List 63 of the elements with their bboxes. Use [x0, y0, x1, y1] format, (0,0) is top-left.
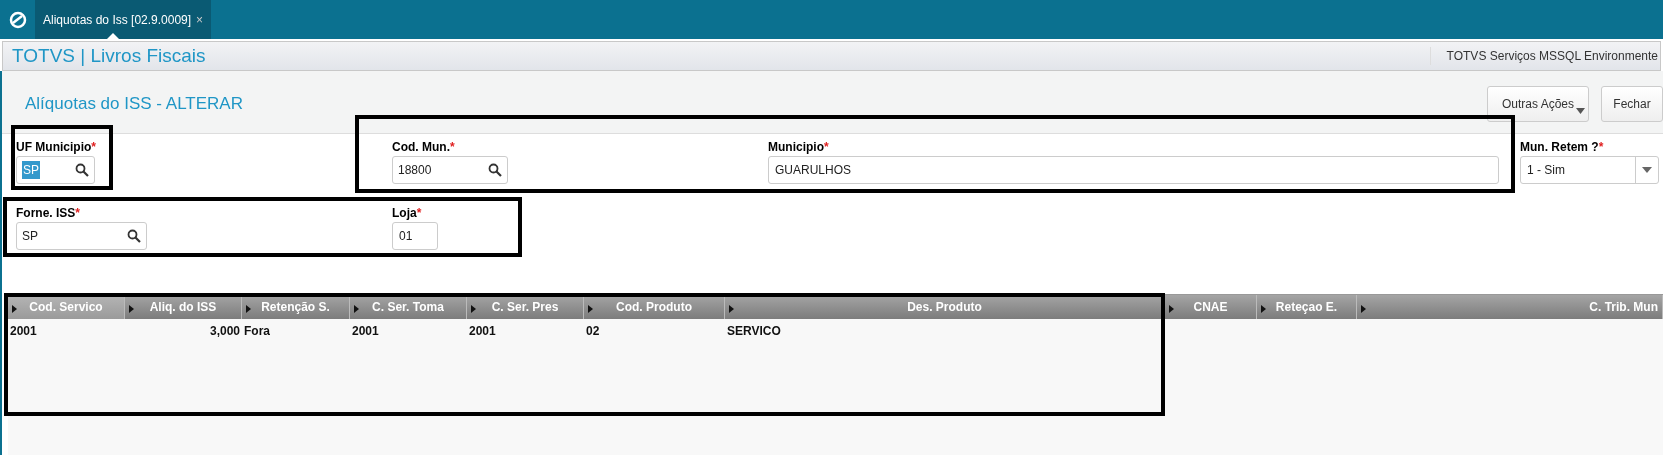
- table-cell: Fora: [244, 324, 270, 338]
- field-value: SP: [22, 228, 38, 245]
- field-label: Municipio: [768, 140, 824, 154]
- lookup-field[interactable]: SP: [16, 222, 147, 250]
- caret-icon: [1361, 305, 1366, 313]
- app-title: TOTVS | Livros Fiscais: [11, 43, 206, 68]
- column-header[interactable]: C. Ser. Pres: [467, 295, 584, 319]
- field-label: Forne. ISS: [16, 206, 76, 220]
- caret-icon: [1261, 305, 1266, 313]
- column-header[interactable]: Reteçao E.: [1257, 295, 1357, 319]
- search-icon[interactable]: [127, 229, 141, 243]
- select-field[interactable]: 1 - Sim: [1520, 156, 1659, 184]
- field-label: UF Municipio: [16, 140, 92, 154]
- environment-label: TOTVS Serviços MSSQL Environmente: [1429, 47, 1660, 65]
- required-mark: *: [416, 206, 422, 220]
- column-header[interactable]: C. Trib. Mun: [1357, 295, 1663, 319]
- caret-icon: [246, 305, 251, 313]
- menu-button[interactable]: Outras Ações: [1487, 86, 1589, 122]
- column-header[interactable]: Retenção S.: [242, 295, 350, 319]
- column-header[interactable]: Cod. Produto: [584, 295, 725, 319]
- required-mark: *: [824, 140, 829, 154]
- search-icon[interactable]: [75, 163, 89, 177]
- field-label: Loja: [392, 206, 417, 220]
- caret-icon: [129, 305, 134, 313]
- caret-icon: [1169, 305, 1174, 313]
- page-title: Alíquotas do ISS - ALTERAR: [24, 93, 243, 116]
- field-value: 1 - Sim: [1527, 163, 1565, 177]
- table-cell: 2001: [10, 324, 37, 338]
- caret-icon: [354, 305, 359, 313]
- field-value: 18800: [398, 162, 432, 179]
- table-cell: 02: [586, 324, 600, 338]
- required-mark: *: [75, 206, 80, 220]
- caret-icon: [471, 305, 476, 313]
- table-cell: 3,000: [209, 324, 240, 338]
- field-value: SP: [22, 161, 40, 179]
- field-label: Mun. Retem ?: [1520, 140, 1599, 154]
- text-field[interactable]: GUARULHOS: [768, 156, 1499, 184]
- close-button[interactable]: Fechar: [1601, 86, 1663, 122]
- field-value: GUARULHOS: [775, 162, 851, 179]
- column-header[interactable]: CNAE: [1165, 295, 1257, 319]
- column-header[interactable]: Aliq. do ISS: [125, 295, 242, 319]
- caret-icon: [12, 305, 17, 313]
- caret-icon: [1576, 108, 1585, 114]
- column-header[interactable]: Cod. Servico: [8, 295, 125, 319]
- field-label: Cod. Mun.: [392, 140, 450, 154]
- window-tab[interactable]: Aliquotas do Iss [02.9.0009] ×: [35, 0, 212, 39]
- lookup-field[interactable]: SP: [16, 156, 95, 184]
- logo-icon[interactable]: [8, 10, 27, 29]
- column-header[interactable]: C. Ser. Toma: [350, 295, 467, 319]
- caret-icon: [729, 305, 734, 313]
- close-icon[interactable]: ×: [196, 10, 204, 29]
- required-mark: *: [91, 140, 96, 154]
- table-cell: SERVICO: [727, 324, 781, 338]
- required-mark: *: [450, 140, 455, 154]
- caret-icon: [588, 305, 593, 313]
- text-field[interactable]: 01: [392, 222, 438, 250]
- search-icon[interactable]: [488, 163, 502, 177]
- table-cell: 2001: [352, 324, 379, 338]
- required-mark: *: [1598, 140, 1604, 154]
- table-cell: 2001: [469, 324, 496, 338]
- field-value: 01: [399, 228, 413, 245]
- dropdown-arrow-icon: [1642, 167, 1652, 173]
- lookup-field[interactable]: 18800: [392, 156, 508, 184]
